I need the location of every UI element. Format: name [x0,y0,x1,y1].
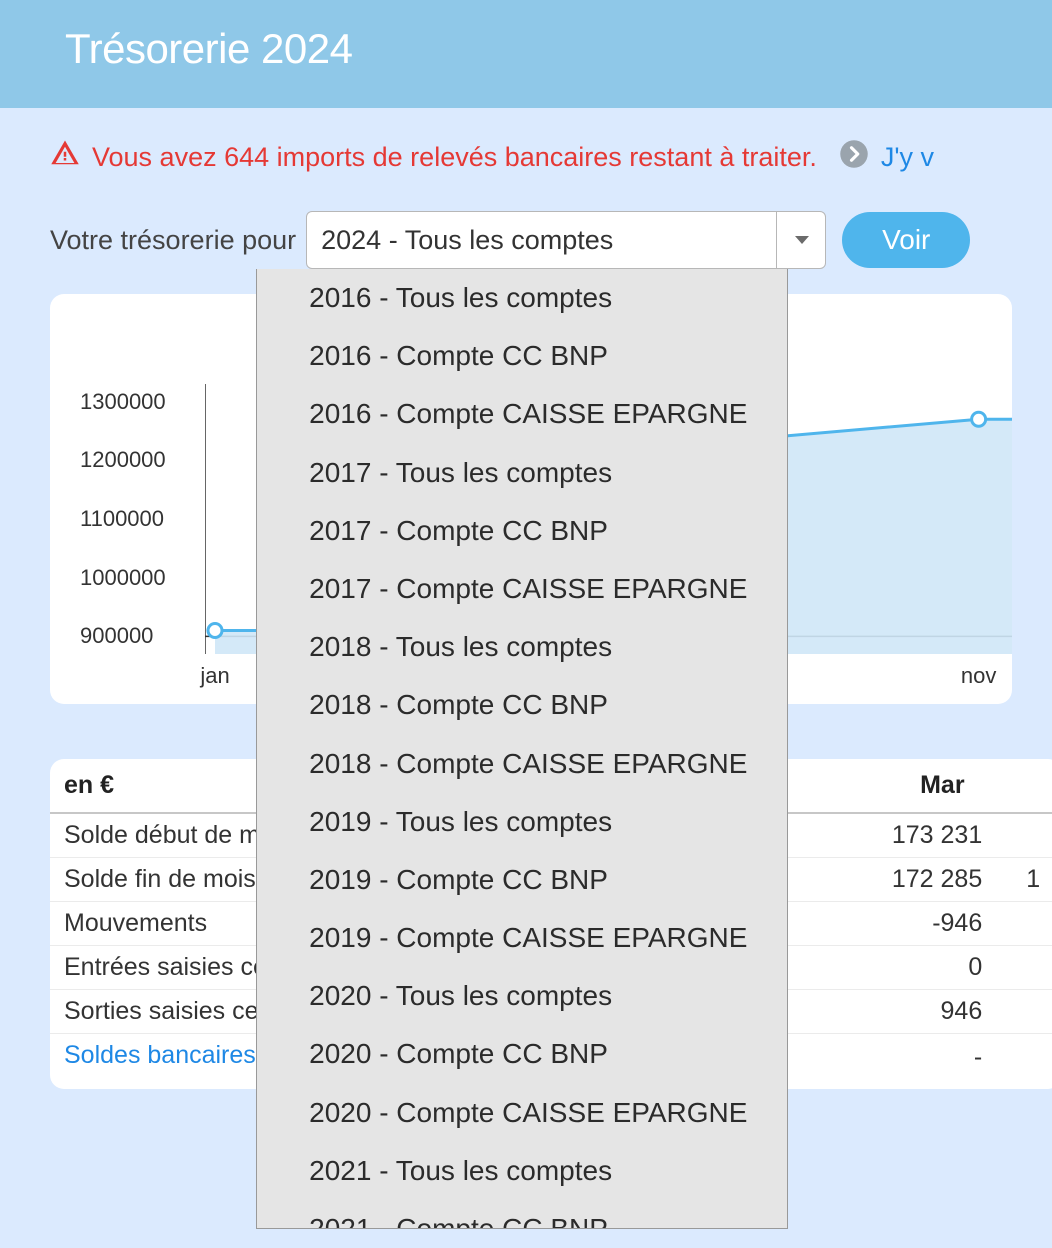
account-option[interactable]: 2017 - Tous les comptes [257,444,787,502]
row-value: 946 [872,990,1012,1034]
account-dropdown[interactable]: 2016 - Tous les comptes2016 - Compte CC … [256,269,788,1229]
alert-link[interactable]: J'y v [881,142,934,173]
main-content: Vous avez 644 imports de relevés bancair… [0,108,1052,1089]
x-tick-label: jan [200,663,229,689]
account-option[interactable]: 2017 - Compte CC BNP [257,502,787,560]
account-option[interactable]: 2020 - Tous les comptes [257,967,787,1025]
account-option[interactable]: 2020 - Compte CAISSE EPARGNE [257,1084,787,1142]
account-option[interactable]: 2019 - Compte CC BNP [257,851,787,909]
select-caret-button[interactable] [776,211,826,269]
warning-icon [50,138,80,176]
account-option[interactable]: 2020 - Compte CC BNP [257,1025,787,1083]
page-header: Trésorerie 2024 [0,0,1052,108]
account-option[interactable]: 2018 - Compte CC BNP [257,676,787,734]
x-tick-label: nov [961,663,996,689]
account-select[interactable]: 2024 - Tous les comptes [306,211,826,269]
alert-banner: Vous avez 644 imports de relevés bancair… [50,138,1052,176]
y-tick-label: 1100000 [80,506,164,532]
account-option[interactable]: 2018 - Tous les comptes [257,618,787,676]
account-select-value: 2024 - Tous les comptes [321,225,613,256]
account-select-wrap: 2024 - Tous les comptes 2016 - Tous les … [306,211,826,269]
page-title: Trésorerie 2024 [65,25,352,72]
table-header-month: Mar [872,759,1012,813]
chevron-down-icon [795,236,809,244]
y-tick-label: 900000 [80,623,153,649]
row-value: 172 285 [872,858,1012,902]
view-button[interactable]: Voir [842,212,970,268]
arrow-circle-icon[interactable] [839,139,869,176]
y-tick-label: 1300000 [80,389,166,415]
filter-label: Votre trésorerie pour [50,225,296,256]
account-option[interactable]: 2021 - Tous les comptes [257,1142,787,1200]
account-option[interactable]: 2018 - Compte CAISSE EPARGNE [257,735,787,793]
alert-text: Vous avez 644 imports de relevés bancair… [92,142,817,173]
row-value: -946 [872,902,1012,946]
filter-row: Votre trésorerie pour 2024 - Tous les co… [50,211,1052,269]
account-option[interactable]: 2016 - Tous les comptes [257,269,787,327]
soldes-value: - [872,1034,1012,1081]
account-option[interactable]: 2019 - Compte CAISSE EPARGNE [257,909,787,967]
account-option[interactable]: 2021 - Compte CC BNP [257,1200,787,1229]
row-value: 0 [872,946,1012,990]
row-value: 173 231 [872,813,1012,858]
account-option[interactable]: 2017 - Compte CAISSE EPARGNE [257,560,787,618]
account-option[interactable]: 2019 - Tous les comptes [257,793,787,851]
y-tick-label: 1000000 [80,565,166,591]
y-tick-label: 1200000 [80,447,166,473]
account-option[interactable]: 2016 - Compte CAISSE EPARGNE [257,385,787,443]
account-option[interactable]: 2016 - Compte CC BNP [257,327,787,385]
